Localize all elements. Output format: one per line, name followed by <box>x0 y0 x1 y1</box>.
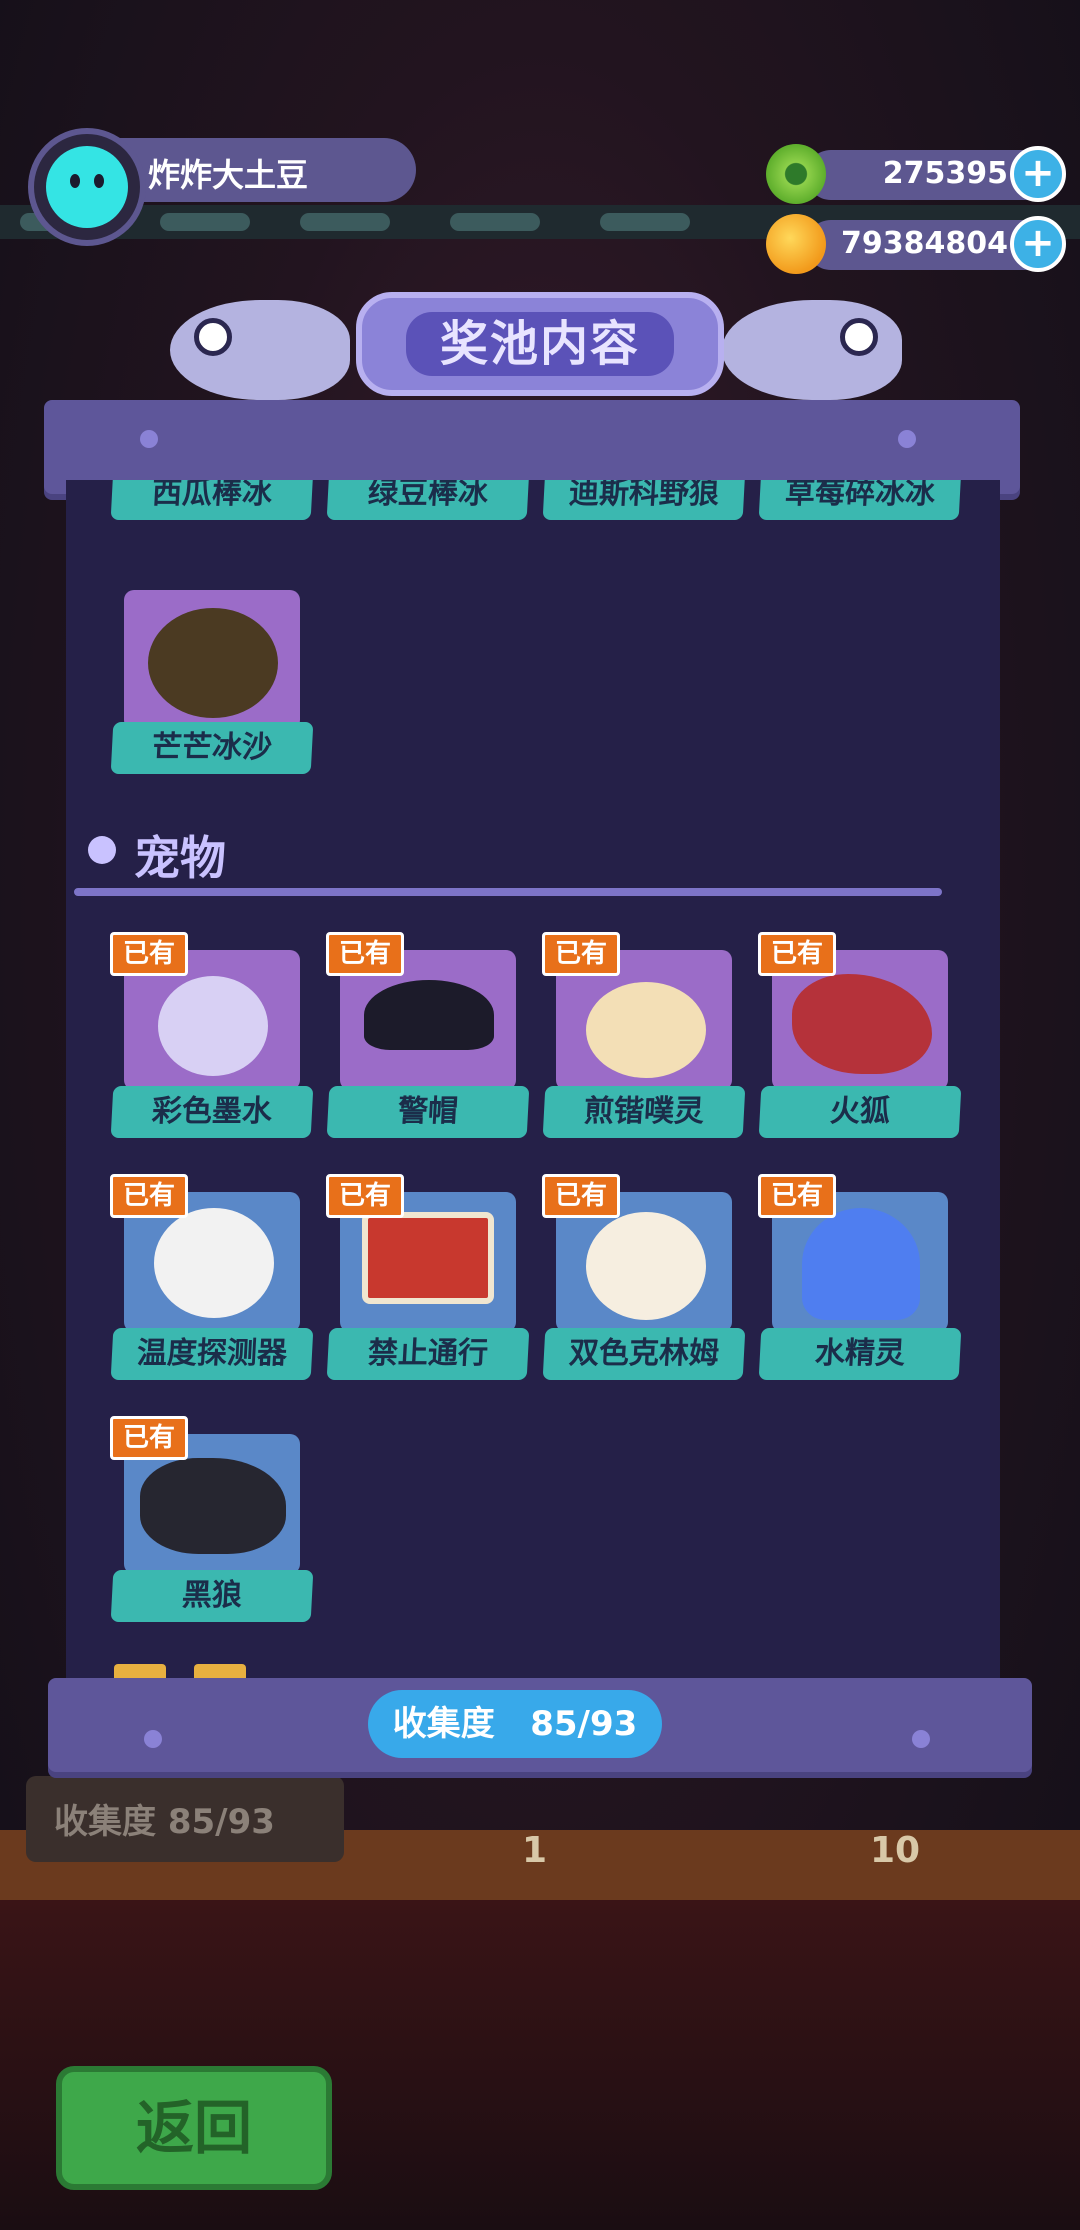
black-wolf-pet-icon <box>140 1458 286 1554</box>
item-name-tag: 绿豆棒冰 <box>326 480 530 520</box>
page-title: 奖池内容 <box>406 312 674 376</box>
fish-decoration-right <box>722 280 902 400</box>
two-tone-cream-pet-icon <box>586 1212 706 1320</box>
fried-bun-pet-icon <box>586 982 706 1078</box>
item-name-tag: 草莓碎冰冰 <box>758 480 962 520</box>
item-name-tag: 禁止通行 <box>326 1328 530 1380</box>
owned-badge: 已有 <box>326 1174 404 1218</box>
item-name-tag: 双色克林姆 <box>542 1328 746 1380</box>
item-name-tag: 水精灵 <box>758 1328 962 1380</box>
currency-coins: 79384804 + <box>766 214 1066 274</box>
background-collection-bar: 收集度 85/93 <box>26 1776 344 1862</box>
item-name-tag: 黑狼 <box>110 1570 314 1622</box>
gem-amount: 275395 <box>882 156 1008 191</box>
stage-count-right: 10 <box>870 1830 921 1871</box>
background-collection-text: 收集度 85/93 <box>54 1802 275 1842</box>
item-name-tag: 温度探测器 <box>110 1328 314 1380</box>
water-spirit-pet-icon <box>802 1208 920 1320</box>
mango-shaved-ice-icon <box>148 608 278 718</box>
item-card[interactable] <box>124 590 300 730</box>
cat-avatar-icon <box>46 146 128 228</box>
owned-badge: 已有 <box>542 932 620 976</box>
player-profile[interactable]: 炸炸大土豆 <box>28 128 416 246</box>
item-name-tag: 煎锴噗灵 <box>542 1086 746 1138</box>
item-name-tag: 芒芒冰沙 <box>110 722 314 774</box>
add-coins-button[interactable]: + <box>1010 216 1066 272</box>
item-name-tag: 警帽 <box>326 1086 530 1138</box>
currency-gems: 275395 + <box>766 144 1066 204</box>
collection-progress: 收集度 85/93 <box>368 1690 662 1758</box>
temperature-detector-pet-icon <box>154 1208 274 1318</box>
orange-planet-coin-icon <box>766 214 826 274</box>
section-divider <box>74 888 942 896</box>
collection-value: 85/93 <box>530 1704 638 1744</box>
owned-badge: 已有 <box>110 932 188 976</box>
owned-badge: 已有 <box>758 1174 836 1218</box>
avatar[interactable] <box>28 128 146 246</box>
collection-label: 收集度 <box>392 1704 495 1744</box>
section-bullet <box>88 836 116 864</box>
no-entry-sign-pet-icon <box>362 1212 494 1304</box>
owned-badge: 已有 <box>542 1174 620 1218</box>
title-banner: 奖池内容 <box>356 292 724 396</box>
fire-fox-pet-icon <box>792 974 932 1074</box>
green-gem-coin-icon <box>766 144 826 204</box>
item-name-tag: 彩色墨水 <box>110 1086 314 1138</box>
item-name-tag: 西瓜棒冰 <box>110 480 314 520</box>
back-button[interactable]: 返回 <box>56 2066 332 2190</box>
player-name: 炸炸大土豆 <box>148 156 309 194</box>
stage-count-left: 1 <box>522 1830 548 1871</box>
owned-badge: 已有 <box>110 1416 188 1460</box>
owned-badge: 已有 <box>758 932 836 976</box>
fish-decoration-left <box>170 280 350 400</box>
owned-badge: 已有 <box>110 1174 188 1218</box>
section-title: 宠物 <box>134 831 226 885</box>
colorful-ink-pet-icon <box>158 976 268 1076</box>
item-name-tag: 迪斯科野狼 <box>542 480 746 520</box>
item-name-tag: 火狐 <box>758 1086 962 1138</box>
coin-amount: 79384804 <box>841 226 1008 261</box>
prize-pool-list[interactable]: 西瓜棒冰 绿豆棒冰 迪斯科野狼 草莓碎冰冰 芒芒冰沙 宠物 已有 彩色墨水 已有… <box>66 480 1000 1690</box>
owned-badge: 已有 <box>326 932 404 976</box>
add-gems-button[interactable]: + <box>1010 146 1066 202</box>
police-cap-pet-icon <box>364 980 494 1050</box>
